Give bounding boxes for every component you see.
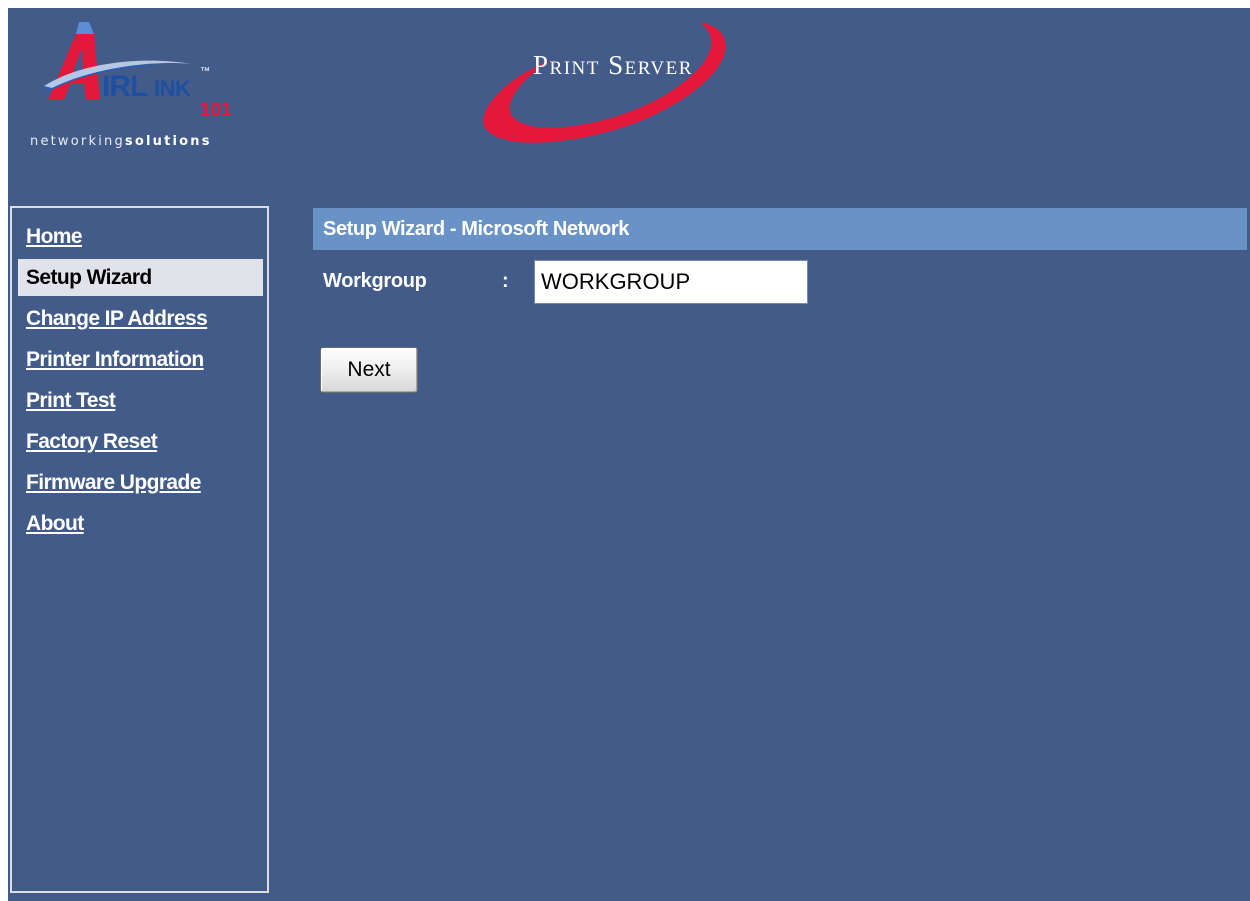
sidebar-item-printer-information[interactable]: Printer Information [18,341,263,378]
tagline-light: networking [30,134,125,149]
sidebar-item-setup-wizard[interactable]: Setup Wizard [18,259,263,296]
sidebar-item-factory-reset[interactable]: Factory Reset [18,423,263,460]
workgroup-separator: : [502,270,509,292]
svg-text:INK: INK [154,76,191,101]
print-server-title: Print Server [533,50,693,80]
sidebar-item-about[interactable]: About [18,505,263,542]
page-title: Setup Wizard - Microsoft Network [313,208,1247,250]
sidebar-item-firmware-upgrade[interactable]: Firmware Upgrade [18,464,263,501]
airlink-logo: IRL INK ™ 101 networkingsolutions [30,22,292,162]
svg-text:IRL: IRL [102,70,148,103]
airlink-logo-101: 101 [200,100,232,121]
page-frame: IRL INK ™ 101 networkingsolutions Print … [8,8,1250,901]
next-button[interactable]: Next [320,347,418,393]
workgroup-input[interactable] [534,260,808,304]
sidebar-nav: Home Setup Wizard Change IP Address Prin… [10,206,269,893]
tagline-bold: solutions [124,134,212,149]
sidebar-item-print-test[interactable]: Print Test [18,382,263,419]
sidebar-item-change-ip-address[interactable]: Change IP Address [18,300,263,337]
print-server-swoosh [483,22,726,143]
sidebar-item-home[interactable]: Home [18,218,263,255]
print-server-logo: Print Server [478,18,778,158]
workgroup-label: Workgroup [323,270,427,292]
airlink-tagline: networkingsolutions [30,134,212,149]
svg-text:™: ™ [200,66,210,77]
